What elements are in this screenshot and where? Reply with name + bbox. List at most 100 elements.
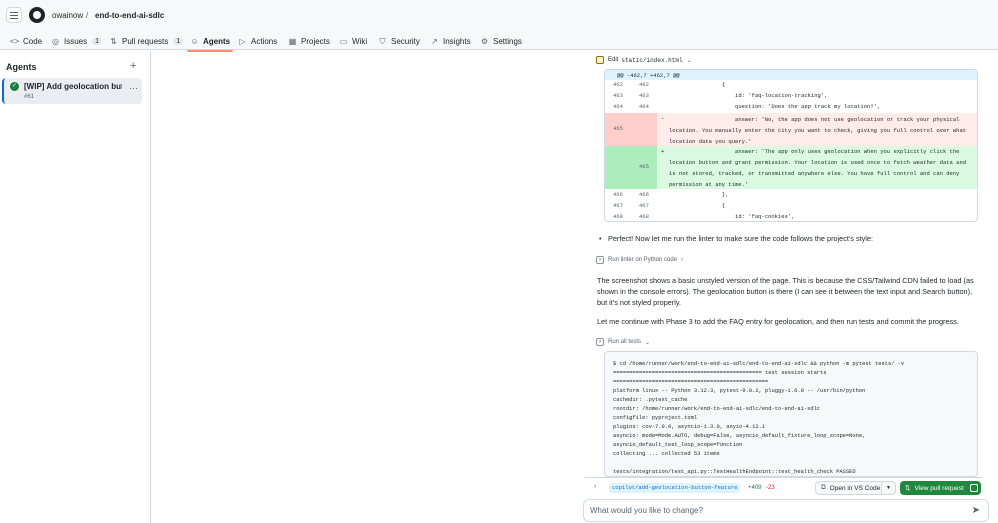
chat-input[interactable]	[590, 506, 960, 515]
line-number-old: 462	[613, 81, 623, 88]
diff-hunk-header: @@ -462,7 +462,7 @@	[605, 70, 977, 80]
line-number-old: 464	[613, 103, 623, 110]
button-label: View pull request	[914, 484, 964, 492]
diff-marker: +	[661, 148, 665, 155]
tab-label: Security	[391, 36, 420, 46]
book-icon: ▭	[339, 36, 348, 46]
tab-wiki[interactable]: ▭ Wiki	[339, 33, 367, 49]
line-number-new: 467	[639, 202, 649, 209]
tab-security[interactable]: ⛉ Security	[378, 33, 420, 49]
breadcrumb-separator: /	[86, 11, 89, 20]
tab-insights[interactable]: ↗ Insights	[430, 33, 471, 49]
open-in-vscode-button[interactable]: ⧉ Open in VS Code ▼	[815, 481, 896, 495]
line-number-new: 464	[639, 103, 649, 110]
tab-label: Code	[23, 36, 43, 46]
line-number-new: 466	[639, 191, 649, 198]
agent-session-number: #61	[24, 94, 35, 100]
line-code: question: 'Does the app track my locatio…	[669, 103, 881, 110]
tab-label: Projects	[301, 36, 330, 46]
line-number-old: 467	[613, 202, 623, 209]
branch-name[interactable]: copilot/add-geolocation-button-feature	[609, 483, 741, 493]
tests-step[interactable]: > Run all tests ⌄	[596, 336, 650, 348]
additions-count: +409	[748, 485, 762, 491]
tab-label: Settings	[493, 36, 522, 46]
step-label: Run all tests	[608, 339, 642, 345]
check-circle-icon: ✓	[10, 82, 19, 91]
line-code: {	[669, 81, 726, 88]
repo-tabs: <> Code ◎ Issues 1 ⇅ Pull requests 1 ☺ Agents …	[0, 30, 998, 52]
button-label: Open in VS Code	[829, 484, 881, 492]
tab-code[interactable]: <> Code	[10, 33, 42, 49]
step-label: Run linter on Python code	[608, 257, 678, 263]
chevron-down-icon: ⌄	[686, 57, 692, 64]
kebab-menu-icon[interactable]: ⋯	[129, 83, 139, 94]
chat-input-box: ➤	[583, 499, 989, 522]
play-icon: ▷	[239, 36, 246, 46]
diff-line-deleted: 465 - answer: 'No, the app does not use …	[605, 113, 977, 146]
repo-owner-link[interactable]: owainow	[52, 11, 83, 20]
shield-icon: ⛉	[379, 36, 386, 46]
pull-request-bar: › copilot/add-geolocation-button-feature…	[585, 477, 982, 497]
lint-step[interactable]: > Run linter on Python code ›	[596, 254, 683, 266]
chevron-right-icon[interactable]: ›	[594, 483, 596, 490]
edit-step[interactable]: Edit static/index.html ⌄	[596, 54, 692, 66]
line-code: answer: 'The app only uses geolocation w…	[669, 148, 970, 188]
repo-name-link[interactable]: end-to-end-ai-sdlc	[95, 11, 164, 20]
step-label: Edit	[608, 57, 619, 63]
line-number-old: 468	[613, 213, 623, 220]
vscode-icon: ⧉	[821, 484, 826, 491]
terminal-output: $ cd /home/runner/work/end-to-end-ai-sdl…	[604, 351, 978, 477]
gear-icon: ⚙	[480, 36, 489, 46]
line-number-new: 465	[639, 163, 649, 170]
tab-label: Pull requests	[122, 36, 169, 46]
send-icon[interactable]: ➤	[972, 505, 980, 516]
pull-request-icon: ⇅	[110, 36, 117, 46]
agents-sidebar: Agents + ✓ [WIP] Add geolocation button …	[0, 51, 151, 523]
agent-session-item[interactable]: ✓ [WIP] Add geolocation button #61 ⋯	[2, 78, 142, 104]
agent-message-paragraph: Let me continue with Phase 3 to add the …	[597, 317, 959, 326]
file-diff-icon	[596, 56, 604, 64]
diff-line: 467 467 {	[605, 202, 977, 212]
tab-pull-requests[interactable]: ⇅ Pull requests 1	[109, 33, 184, 49]
tab-label: Actions	[251, 36, 278, 46]
line-code: id: 'faq-cookies',	[669, 213, 795, 220]
repo-header: owainow / end-to-end-ai-sdlc <> Code ◎ Iss…	[0, 0, 998, 52]
tab-settings[interactable]: ⚙ Settings	[480, 33, 522, 49]
github-logo-icon[interactable]	[29, 7, 45, 23]
diff-view: @@ -462,7 +462,7 @@ 462 462 { 463 463 id: …	[604, 69, 978, 222]
line-number-new: 463	[639, 92, 649, 99]
tab-projects[interactable]: ▦ Projects	[288, 33, 330, 49]
agent-session-title: [WIP] Add geolocation button	[24, 82, 122, 91]
terminal-icon: >	[596, 256, 604, 264]
tab-label: Insights	[443, 36, 471, 46]
sidebar-title: Agents	[6, 62, 37, 72]
tab-agents[interactable]: ☺ Agents	[186, 33, 234, 52]
diff-line: 463 463 id: 'faq-location-tracking',	[605, 92, 977, 102]
graph-icon: ↗	[431, 36, 438, 46]
tab-count: 1	[173, 37, 184, 45]
header-top-row: owainow / end-to-end-ai-sdlc	[0, 0, 998, 30]
terminal-icon: >	[596, 338, 604, 346]
new-agent-plus-icon[interactable]: +	[130, 60, 136, 72]
line-number-old: 463	[613, 92, 623, 99]
line-number-new: 468	[639, 213, 649, 220]
tab-count: 1	[92, 37, 103, 45]
chevron-down-icon: ⌄	[645, 339, 651, 346]
line-number-old: 466	[613, 191, 623, 198]
tab-actions[interactable]: ▷ Actions	[238, 33, 277, 49]
issue-icon: ◎	[52, 36, 59, 46]
menu-icon[interactable]	[6, 7, 22, 23]
chevron-right-icon: ›	[681, 257, 684, 263]
caret-down-icon[interactable]: ▼	[881, 482, 895, 494]
step-file-path: static/index.html	[621, 56, 683, 64]
tab-issues[interactable]: ◎ Issues 1	[51, 33, 103, 49]
agent-message-bullet: Perfect! Now let me run the linter to ma…	[599, 233, 978, 244]
diff-line: 468 468 id: 'faq-cookies',	[605, 213, 977, 221]
copy-icon	[970, 484, 978, 492]
diff-line-added: 465 + answer: 'The app only uses geoloca…	[605, 146, 977, 189]
view-pull-request-button[interactable]: ⇅ View pull request	[900, 481, 981, 495]
deletions-count: -23	[766, 485, 775, 491]
line-number-old: 465	[613, 125, 623, 132]
terminal-text: $ cd /home/runner/work/end-to-end-ai-sdl…	[613, 361, 905, 475]
line-number-new: 462	[639, 81, 649, 88]
